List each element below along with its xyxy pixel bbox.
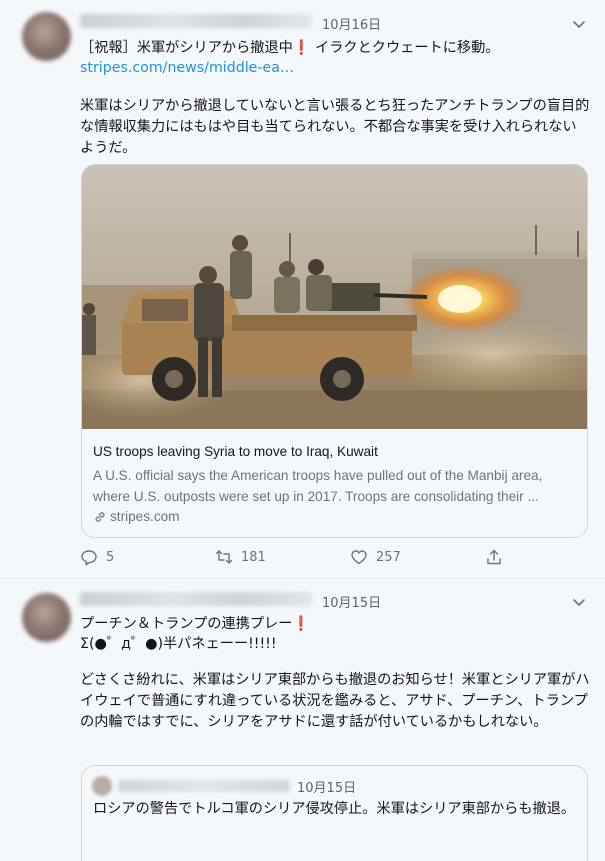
headline-emoticon: Σ(●゜д゜●)半パネェーー!!!!! bbox=[80, 636, 277, 652]
tweet-body: どさくさ紛れに、米軍はシリア東部からも撤退のお知らせ！米軍とシリア軍がハイウェイ… bbox=[80, 672, 590, 730]
quoted-text: ロシアの警告でトルコ軍のシリア侵攻停止。米軍はシリア東部からも撤退。 bbox=[93, 801, 576, 817]
retweet-button[interactable]: 181 bbox=[215, 548, 266, 566]
tweet-headline: プーチン＆トランプの連携プレー❗ bbox=[80, 614, 590, 634]
tweet[interactable]: 10月15日 プーチン＆トランプの連携プレー❗ Σ(●゜д゜●)半パネェーー!!… bbox=[0, 578, 605, 861]
author-name-redacted[interactable] bbox=[80, 592, 312, 606]
avatar[interactable] bbox=[22, 12, 71, 61]
chevron-down-icon[interactable] bbox=[571, 16, 587, 32]
card-description-line: where U.S. outposts were set up in 2017.… bbox=[93, 489, 539, 504]
chevron-down-icon[interactable] bbox=[571, 594, 587, 610]
exclamation-icon: ❗ bbox=[292, 40, 311, 56]
tweet-actions: 5 181 257 bbox=[80, 548, 520, 568]
tweet-headline: ［祝報］米軍がシリアから撤退中❗ イラクとクウェートに移動。 bbox=[80, 38, 590, 58]
retweet-count: 181 bbox=[241, 549, 266, 565]
quoted-author-redacted bbox=[118, 780, 290, 792]
headline-suffix: イラクとクウェートに移動。 bbox=[310, 40, 500, 56]
share-icon bbox=[487, 549, 501, 565]
card-domain-text: stripes.com bbox=[110, 509, 180, 524]
tweet-text: プーチン＆トランプの連携プレー❗ Σ(●゜д゜●)半パネェーー!!!!! bbox=[80, 614, 590, 654]
exclamation-icon: ❗ bbox=[292, 616, 311, 632]
article-link[interactable]: stripes.com/news/middle-ea… bbox=[80, 60, 294, 76]
link-icon bbox=[95, 511, 105, 522]
headline-text: ［祝報］米軍がシリアから撤退中 bbox=[80, 40, 293, 56]
like-count: 257 bbox=[376, 549, 401, 565]
quoted-tweet[interactable]: 10月15日 ロシアの警告でトルコ軍のシリア侵攻停止。米軍はシリア東部からも撤退… bbox=[81, 765, 588, 861]
reply-icon bbox=[81, 550, 97, 566]
tweet[interactable]: 10月16日 ［祝報］米軍がシリアから撤退中❗ イラクとクウェートに移動。 st… bbox=[0, 0, 605, 578]
link-card[interactable]: US troops leaving Syria to move to Iraq,… bbox=[81, 164, 588, 538]
card-image[interactable] bbox=[82, 165, 588, 429]
quoted-date: 10月15日 bbox=[297, 781, 357, 796]
card-domain[interactable]: stripes.com bbox=[93, 509, 180, 524]
like-icon bbox=[351, 550, 367, 565]
tweet-text: ［祝報］米軍がシリアから撤退中❗ イラクとクウェートに移動。 stripes.c… bbox=[80, 38, 590, 78]
author-name-redacted[interactable] bbox=[80, 14, 312, 28]
retweet-icon bbox=[215, 550, 233, 564]
headline-text: プーチン＆トランプの連携プレー bbox=[80, 616, 293, 632]
reply-button[interactable]: 5 bbox=[80, 548, 114, 566]
reply-count: 5 bbox=[106, 549, 115, 565]
card-title[interactable]: US troops leaving Syria to move to Iraq,… bbox=[93, 444, 378, 459]
tweet-body: 米軍はシリアから撤退していないと言い張るとち狂ったアンチトランプの盲目的な情報収… bbox=[80, 98, 590, 156]
tweet-date[interactable]: 10月15日 bbox=[322, 592, 381, 611]
card-description: A U.S. official says the American troops… bbox=[93, 465, 581, 507]
share-button[interactable] bbox=[485, 548, 503, 566]
tweet-date[interactable]: 10月16日 bbox=[322, 14, 381, 33]
card-description-line: A U.S. official says the American troops… bbox=[93, 468, 543, 483]
like-button[interactable]: 257 bbox=[350, 548, 401, 566]
quoted-avatar bbox=[92, 776, 112, 796]
avatar[interactable] bbox=[22, 593, 71, 642]
